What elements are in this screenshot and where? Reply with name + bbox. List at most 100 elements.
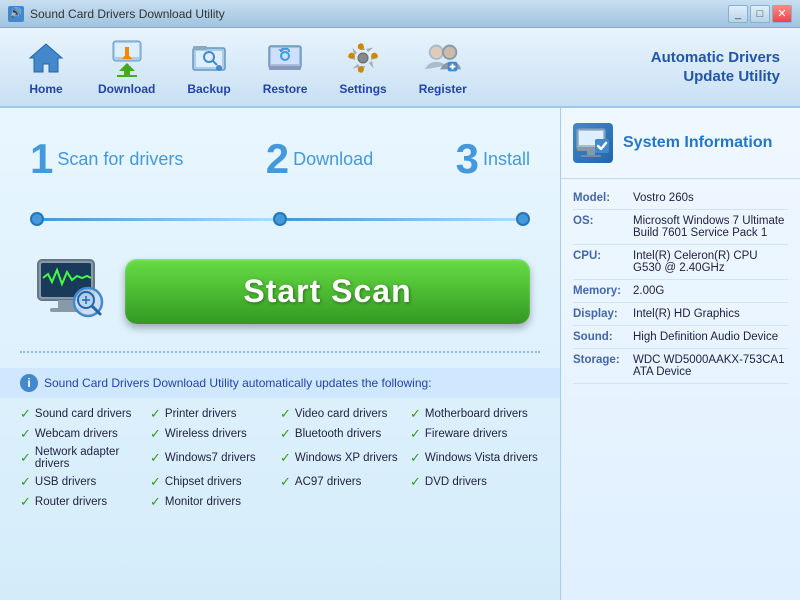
sys-info-label: OS:: [573, 215, 625, 239]
sys-info-value: High Definition Audio Device: [633, 331, 788, 343]
check-icon: ✓: [20, 426, 31, 442]
driver-label: Video card drivers: [295, 408, 387, 420]
progress-dot-3: [516, 212, 530, 226]
sys-info-label: Sound:: [573, 331, 625, 343]
driver-item: ✓ Motherboard drivers: [410, 406, 540, 422]
driver-item: ✓USB drivers: [20, 474, 150, 490]
close-button[interactable]: ✕: [772, 5, 792, 23]
start-scan-button[interactable]: Start Scan: [125, 259, 530, 324]
scan-monitor-icon: [30, 256, 110, 326]
driver-item: ✓Sound card drivers: [20, 406, 150, 422]
driver-label: Windows Vista drivers: [425, 452, 538, 464]
check-icon: ✓: [410, 426, 421, 442]
driver-item: ✓Video card drivers: [280, 406, 410, 422]
scan-area: Start Scan: [0, 246, 560, 336]
driver-label: Sound card drivers: [35, 408, 132, 420]
sys-info-icon: [573, 123, 613, 163]
sys-info-value: Intel(R) HD Graphics: [633, 308, 788, 320]
sys-info-row: CPU: Intel(R) Celeron(R) CPU G530 @ 2.40G…: [573, 245, 788, 280]
check-icon: ✓: [410, 474, 421, 490]
toolbar-settings[interactable]: Settings: [323, 30, 402, 104]
sys-info-row: OS:Microsoft Windows 7 Ultimate Build 76…: [573, 210, 788, 245]
driver-label: Wireless drivers: [165, 428, 247, 440]
step-2-label: Download: [293, 149, 373, 170]
driver-label: Monitor drivers: [165, 496, 241, 508]
title-bar-text: Sound Card Drivers Download Utility: [30, 7, 728, 21]
driver-label: Network adapter drivers: [35, 446, 150, 470]
left-panel: 1 Scan for drivers 2 Download 3 Install: [0, 108, 560, 600]
toolbar-download[interactable]: Download: [82, 30, 171, 104]
driver-item: ✓AC97 drivers: [280, 474, 410, 490]
check-icon: ✓: [150, 426, 161, 442]
sys-info-row: Storage: WDC WD5000AAKX-753CA1 ATA Device: [573, 349, 788, 384]
sys-info-row: Sound: High Definition Audio Device: [573, 326, 788, 349]
home-label: Home: [29, 82, 62, 96]
driver-item: ✓ Bluetooth drivers: [280, 426, 410, 442]
minimize-button[interactable]: _: [728, 5, 748, 23]
driver-item: ✓ Windows Vista drivers: [410, 446, 540, 470]
home-icon: [26, 38, 66, 78]
check-icon: ✓: [150, 494, 161, 510]
steps-row: 1 Scan for drivers 2 Download 3 Install: [30, 138, 530, 180]
download-label: Download: [98, 82, 155, 96]
check-icon: ✓: [280, 450, 291, 466]
progress-dot-1: [30, 212, 44, 226]
driver-item: ✓Chipset drivers: [150, 474, 280, 490]
progress-line-1: [44, 218, 273, 221]
driver-item: ✓ Fireware drivers: [410, 426, 540, 442]
info-banner: i Sound Card Drivers Download Utility au…: [0, 368, 560, 398]
sys-info-label: Memory:: [573, 285, 625, 297]
toolbar-items: Home Download: [10, 30, 651, 104]
check-icon: ✓: [410, 450, 421, 466]
sys-info-value: WDC WD5000AAKX-753CA1 ATA Device: [633, 354, 788, 378]
driver-label: AC97 drivers: [295, 476, 361, 488]
window-controls[interactable]: _ □ ✕: [728, 5, 792, 23]
auto-update-text: Automatic Drivers Update Utility: [651, 48, 790, 87]
toolbar-home[interactable]: Home: [10, 30, 82, 104]
driver-item: ✓Windows XP drivers: [280, 446, 410, 470]
check-icon: ✓: [410, 406, 421, 422]
driver-list: ✓Sound card drivers✓Printer drivers✓Vide…: [0, 398, 560, 518]
driver-item: ✓Network adapter drivers: [20, 446, 150, 470]
register-label: Register: [419, 82, 467, 96]
driver-label: Windows7 drivers: [165, 452, 256, 464]
driver-item: ✓ Windows7 drivers: [150, 446, 280, 470]
right-panel: System Information Model:Vostro 260sOS:M…: [560, 108, 800, 600]
progress-line: [0, 212, 560, 226]
main-content: 1 Scan for drivers 2 Download 3 Install: [0, 108, 800, 600]
download-icon: [107, 38, 147, 78]
check-icon: ✓: [150, 406, 161, 422]
toolbar-backup[interactable]: Backup: [171, 30, 246, 104]
sys-info-label: CPU:: [573, 250, 625, 274]
app-icon: 🔊: [8, 6, 24, 22]
toolbar-register[interactable]: Register: [403, 30, 483, 104]
driver-item: ✓ Webcam drivers: [20, 426, 150, 442]
sys-info-row: Memory:2.00G: [573, 280, 788, 303]
driver-label: Motherboard drivers: [425, 408, 528, 420]
check-icon: ✓: [150, 450, 161, 466]
sys-info-label: Storage:: [573, 354, 625, 378]
restore-icon: [265, 38, 305, 78]
step-1-label: Scan for drivers: [57, 149, 183, 170]
sys-info-value: Intel(R) Celeron(R) CPU G530 @ 2.40GHz: [633, 250, 788, 274]
driver-item: ✓ Monitor drivers: [150, 494, 280, 510]
driver-item: ✓ DVD drivers: [410, 474, 540, 490]
maximize-button[interactable]: □: [750, 5, 770, 23]
driver-label: Fireware drivers: [425, 428, 507, 440]
step-2: 2 Download: [266, 138, 373, 180]
driver-label: Webcam drivers: [35, 428, 118, 440]
toolbar-restore[interactable]: Restore: [247, 30, 324, 104]
settings-label: Settings: [339, 82, 386, 96]
sys-info-row: Display:Intel(R) HD Graphics: [573, 303, 788, 326]
progress-line-2: [287, 218, 516, 221]
check-icon: ✓: [280, 426, 291, 442]
driver-label: DVD drivers: [425, 476, 487, 488]
title-bar: 🔊 Sound Card Drivers Download Utility _ …: [0, 0, 800, 28]
step-1: 1 Scan for drivers: [30, 138, 183, 180]
steps-area: 1 Scan for drivers 2 Download 3 Install: [0, 108, 560, 212]
driver-label: Bluetooth drivers: [295, 428, 381, 440]
settings-icon: [343, 38, 383, 78]
check-icon: ✓: [20, 494, 31, 510]
sys-info-table: Model:Vostro 260sOS:Microsoft Windows 7 …: [561, 179, 800, 392]
register-icon: [423, 38, 463, 78]
